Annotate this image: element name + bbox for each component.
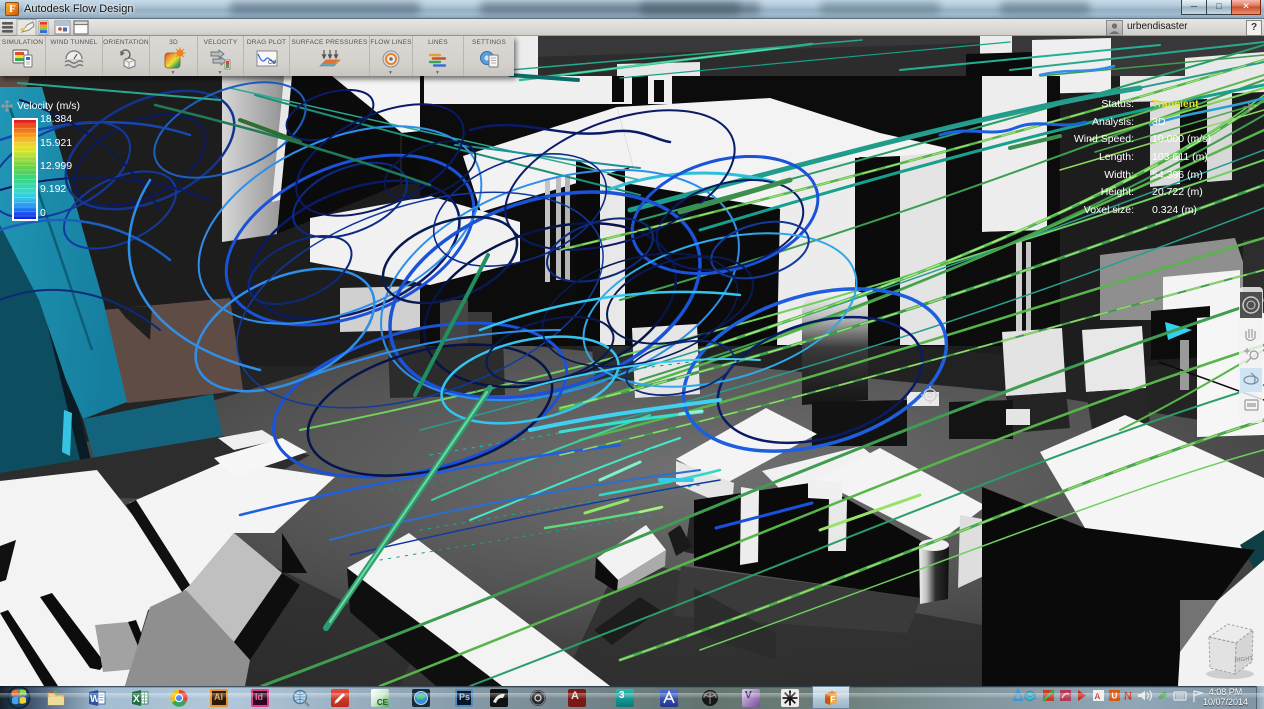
svg-text:A: A — [1095, 692, 1101, 701]
svg-text:F: F — [831, 695, 836, 704]
svg-text:U: U — [1112, 692, 1118, 701]
svg-text:X: X — [133, 694, 140, 705]
svg-text:Cd: Cd — [268, 60, 276, 66]
svg-text:N: N — [1124, 691, 1132, 703]
